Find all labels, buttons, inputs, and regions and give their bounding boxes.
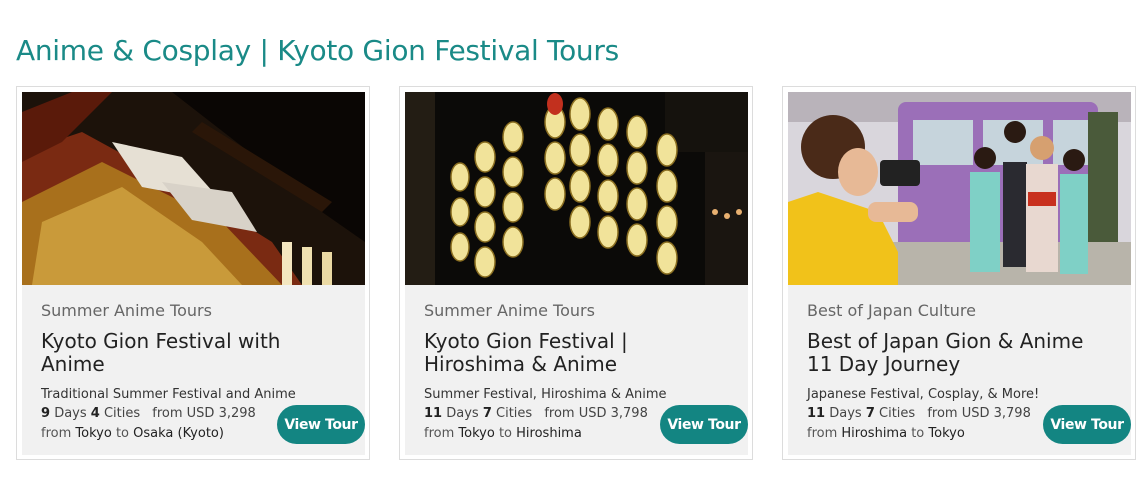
tour-price: from USD 3,298 bbox=[152, 406, 256, 421]
tour-days-count: 9 bbox=[41, 406, 51, 421]
tour-days-count: 11 bbox=[424, 406, 443, 421]
tour-days-label: Days bbox=[446, 406, 479, 421]
tour-card-body: Summer Anime Tours Kyoto Gion Festival w… bbox=[22, 285, 365, 455]
route-to-city: Hiroshima bbox=[516, 426, 582, 441]
route-to-label: to bbox=[911, 426, 925, 441]
route-from-label: from bbox=[807, 426, 838, 441]
page-title: Anime & Cosplay | Kyoto Gion Festival To… bbox=[16, 34, 619, 67]
tour-route: from Tokyo to Osaka (Kyoto) bbox=[41, 426, 224, 441]
tour-image[interactable] bbox=[405, 92, 748, 285]
tour-card[interactable]: Summer Anime Tours Kyoto Gion Festival w… bbox=[16, 86, 370, 460]
view-tour-button[interactable]: View Tour bbox=[277, 405, 365, 444]
tour-card-body: Best of Japan Culture Best of Japan Gion… bbox=[788, 285, 1131, 455]
tour-cities-count: 4 bbox=[90, 406, 100, 421]
tour-meta: 11 Days 7 Cities from USD 3,798 bbox=[807, 406, 1031, 421]
tour-description: Japanese Festival, Cosplay, & More! bbox=[807, 387, 1040, 402]
tour-category: Summer Anime Tours bbox=[424, 301, 595, 320]
tour-cities-label: Cities bbox=[496, 406, 533, 421]
tour-route: from Hiroshima to Tokyo bbox=[807, 426, 965, 441]
tour-route: from Tokyo to Hiroshima bbox=[424, 426, 582, 441]
view-tour-button[interactable]: View Tour bbox=[660, 405, 748, 444]
route-to-city: Osaka (Kyoto) bbox=[133, 426, 224, 441]
tour-card[interactable]: Best of Japan Culture Best of Japan Gion… bbox=[782, 86, 1136, 460]
tour-card[interactable]: Summer Anime Tours Kyoto Gion Festival |… bbox=[399, 86, 753, 460]
tour-image[interactable] bbox=[788, 92, 1131, 285]
route-to-city: Tokyo bbox=[928, 426, 965, 441]
tour-title[interactable]: Best of Japan Gion & Anime 11 Day Journe… bbox=[807, 330, 1107, 376]
route-from-city: Hiroshima bbox=[841, 426, 908, 441]
route-from-label: from bbox=[41, 426, 72, 441]
view-tour-button[interactable]: View Tour bbox=[1043, 405, 1131, 444]
tour-card-list: Summer Anime Tours Kyoto Gion Festival w… bbox=[16, 86, 1136, 460]
route-from-label: from bbox=[424, 426, 455, 441]
tour-category: Summer Anime Tours bbox=[41, 301, 212, 320]
tour-price: from USD 3,798 bbox=[544, 406, 648, 421]
kimono-photographer-train-photo bbox=[788, 92, 1131, 285]
tour-image[interactable] bbox=[22, 92, 365, 285]
tour-price: from USD 3,798 bbox=[927, 406, 1031, 421]
tour-meta: 11 Days 7 Cities from USD 3,798 bbox=[424, 406, 648, 421]
tour-cities-count: 7 bbox=[865, 406, 875, 421]
gion-festival-float-photo bbox=[22, 92, 365, 285]
route-from-city: Tokyo bbox=[458, 426, 495, 441]
route-to-label: to bbox=[115, 426, 130, 441]
tour-cities-count: 7 bbox=[482, 406, 492, 421]
tour-days-count: 11 bbox=[807, 406, 826, 421]
tour-title[interactable]: Kyoto Gion Festival | Hiroshima & Anime bbox=[424, 330, 724, 376]
tour-days-label: Days bbox=[54, 406, 87, 421]
tour-description: Traditional Summer Festival and Anime bbox=[41, 387, 296, 402]
route-to-label: to bbox=[498, 426, 513, 441]
tour-card-body: Summer Anime Tours Kyoto Gion Festival |… bbox=[405, 285, 748, 455]
tour-title[interactable]: Kyoto Gion Festival with Anime bbox=[41, 330, 341, 376]
paper-lanterns-night-photo bbox=[405, 92, 748, 285]
route-from-city: Tokyo bbox=[75, 426, 112, 441]
tour-meta: 9 Days 4 Cities from USD 3,298 bbox=[41, 406, 256, 421]
tour-cities-label: Cities bbox=[103, 406, 141, 421]
tour-category: Best of Japan Culture bbox=[807, 301, 976, 320]
tour-description: Summer Festival, Hiroshima & Anime bbox=[424, 387, 667, 402]
tour-cities-label: Cities bbox=[879, 406, 916, 421]
tour-days-label: Days bbox=[829, 406, 862, 421]
